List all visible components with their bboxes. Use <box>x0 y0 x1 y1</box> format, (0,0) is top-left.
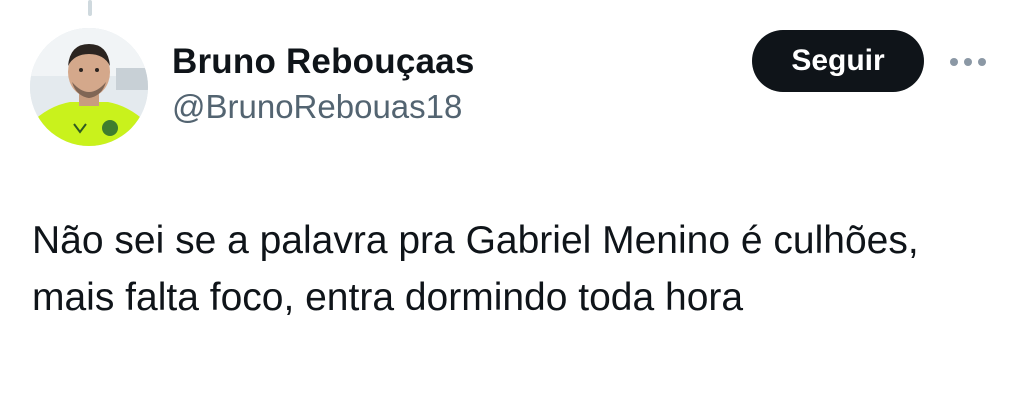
author-handle[interactable]: @BrunoRebouas18 <box>172 88 462 126</box>
tweet-card: Bruno Rebouçaas @BrunoRebouas18 Seguir N… <box>0 0 1024 420</box>
avatar-photo <box>30 28 148 146</box>
more-options-icon[interactable] <box>944 48 992 74</box>
follow-button[interactable]: Seguir <box>752 30 924 92</box>
thread-connector-line <box>88 0 92 16</box>
author-display-name[interactable]: Bruno Rebouçaas <box>172 42 475 82</box>
avatar[interactable] <box>30 28 148 146</box>
tweet-text: Não sei se a palavra pra Gabriel Menino … <box>32 219 919 319</box>
